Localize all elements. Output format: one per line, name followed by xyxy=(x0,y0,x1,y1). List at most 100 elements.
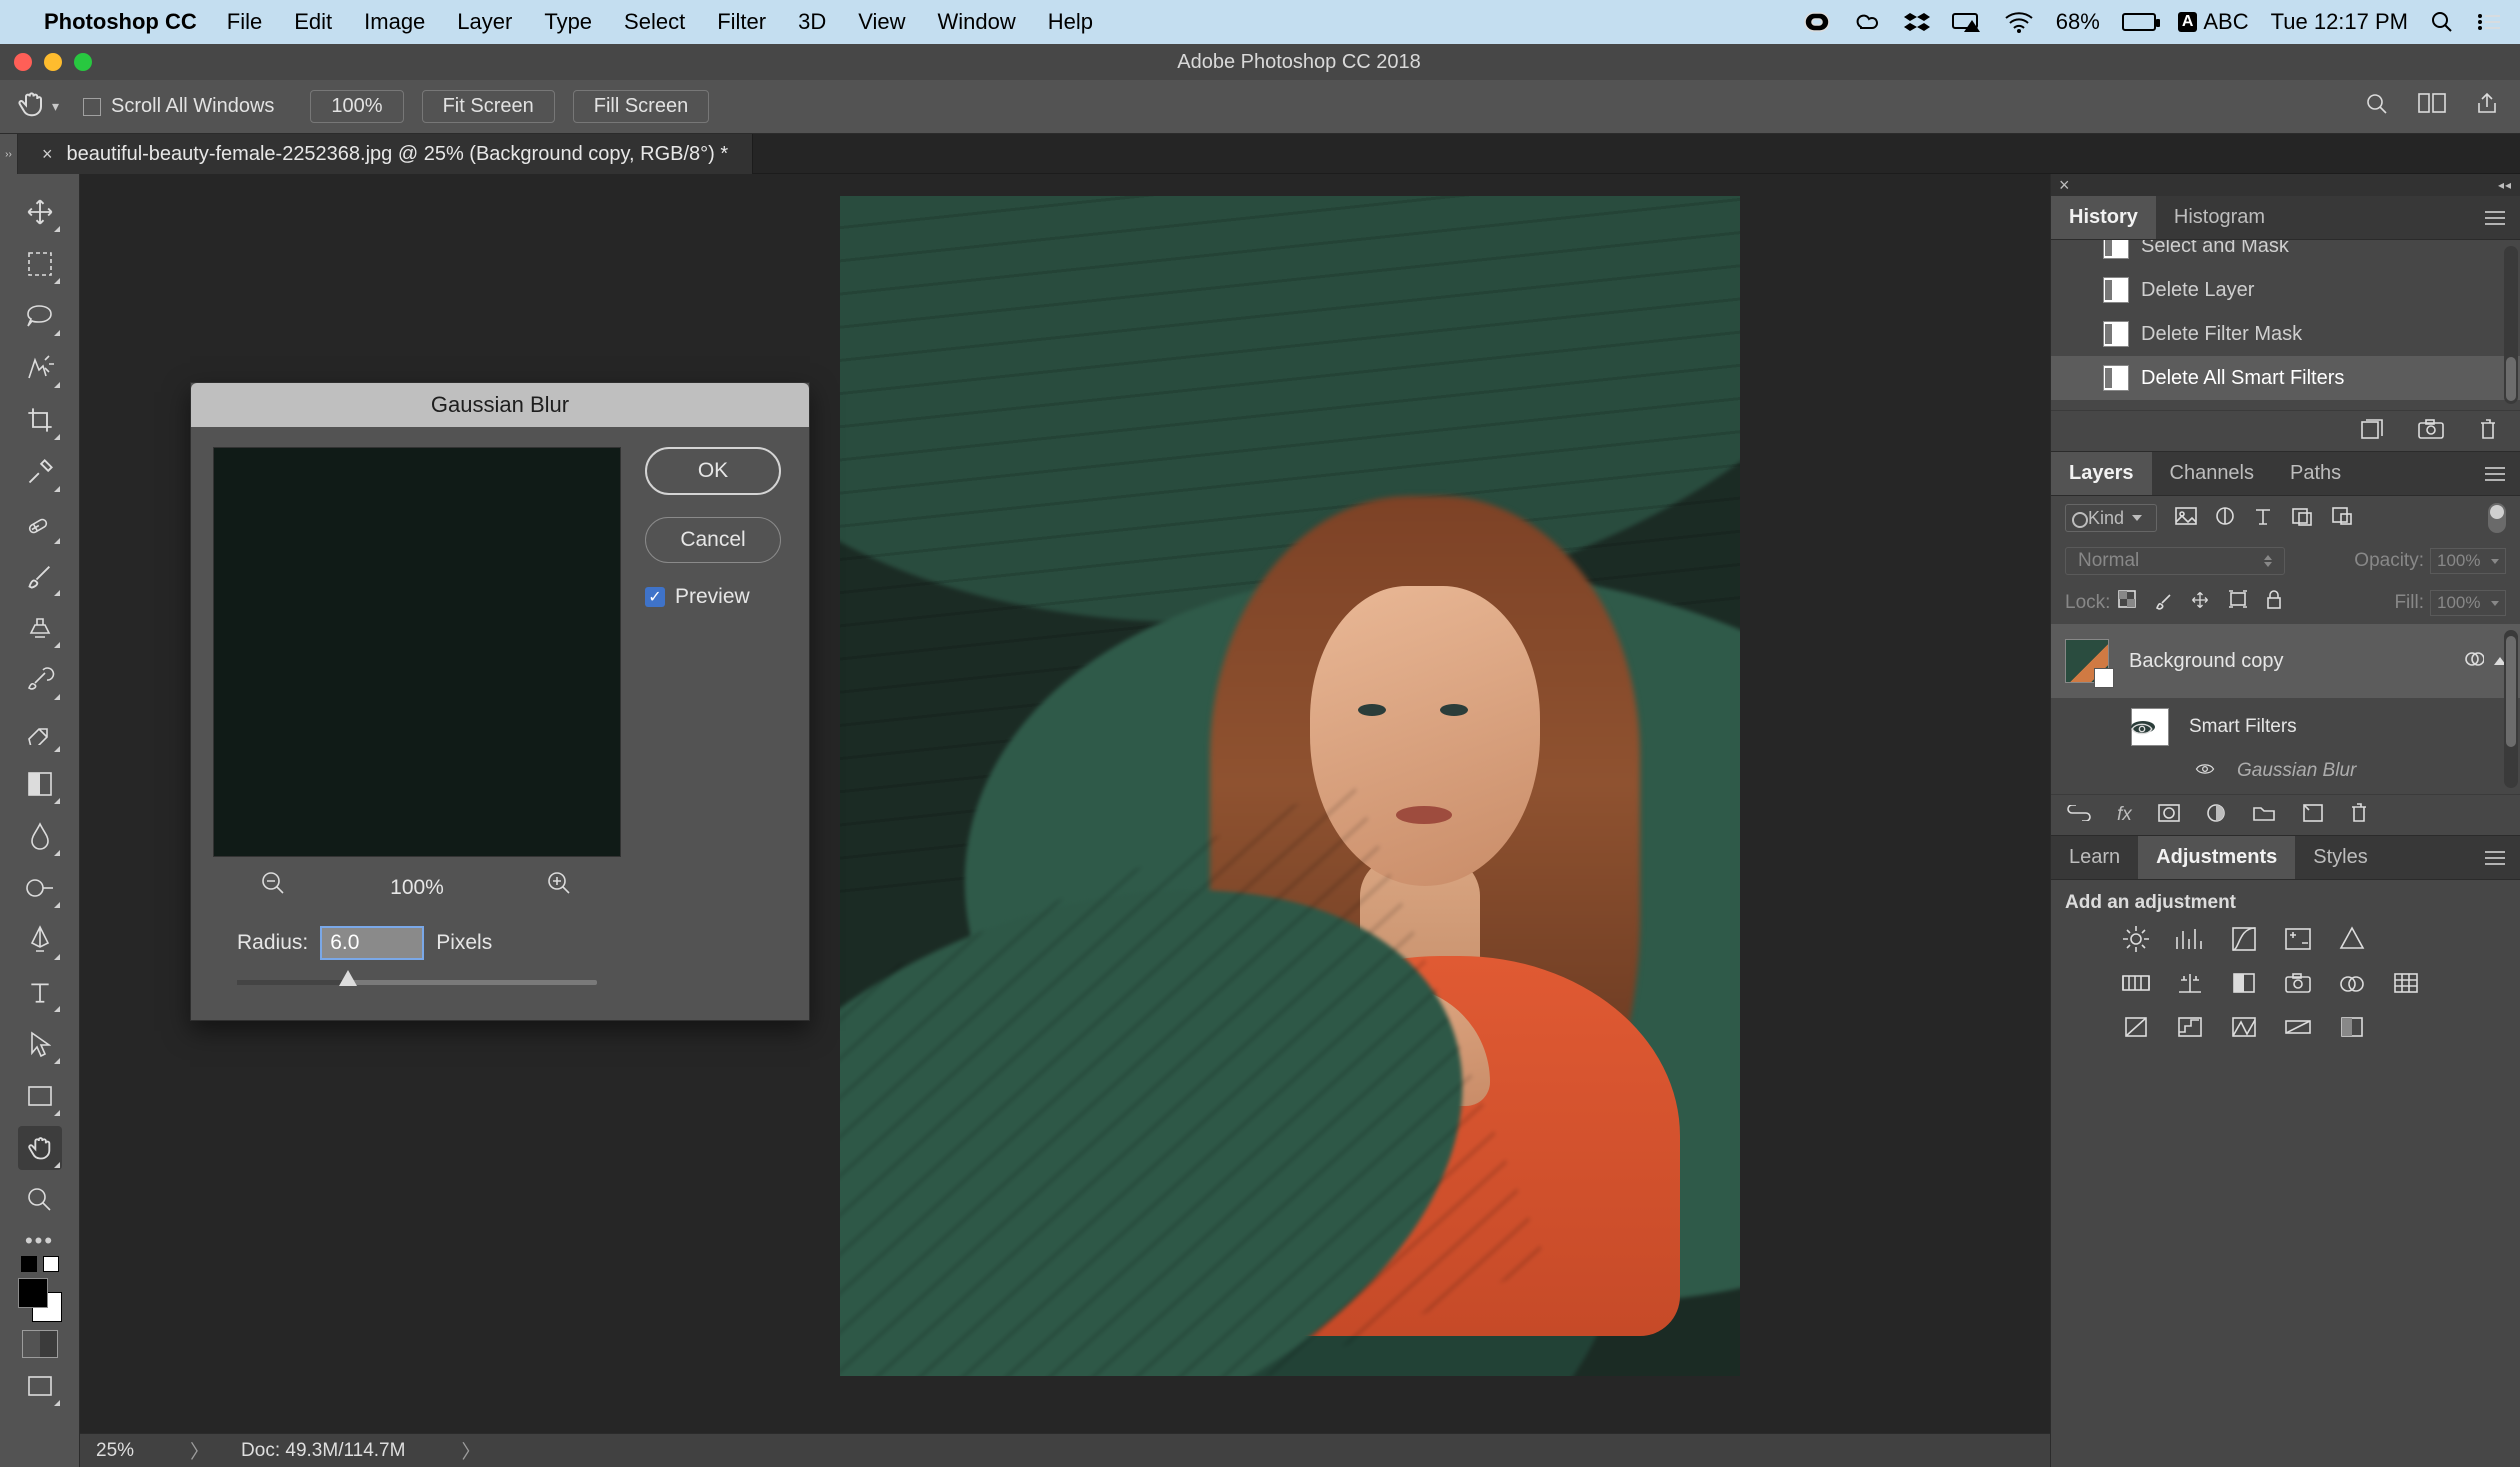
menu-help[interactable]: Help xyxy=(1048,9,1093,35)
tab-styles[interactable]: Styles xyxy=(2295,836,2385,879)
history-scrollbar[interactable] xyxy=(2504,246,2518,404)
adj-exposure-icon[interactable] xyxy=(2281,924,2315,954)
layer-name[interactable]: Background copy xyxy=(2129,650,2284,673)
adj-invert-icon[interactable] xyxy=(2119,1012,2153,1042)
input-source[interactable]: A ABC xyxy=(2178,9,2249,35)
lock-position-icon[interactable] xyxy=(2190,590,2210,616)
menu-image[interactable]: Image xyxy=(364,9,425,35)
panel-close-icon[interactable]: × xyxy=(2059,175,2070,196)
link-layers-icon[interactable] xyxy=(2067,805,2091,826)
opacity-field[interactable]: 100% xyxy=(2430,548,2506,574)
menu-type[interactable]: Type xyxy=(544,9,592,35)
lasso-tool[interactable] xyxy=(18,294,62,338)
filter-pixel-icon[interactable] xyxy=(2175,507,2197,530)
dialog-preview-image[interactable] xyxy=(213,447,621,857)
lock-artboard-icon[interactable] xyxy=(2228,590,2248,616)
share-icon[interactable] xyxy=(2474,91,2500,123)
adj-colorbalance-icon[interactable] xyxy=(2173,968,2207,998)
menu-select[interactable]: Select xyxy=(624,9,685,35)
menu-window[interactable]: Window xyxy=(938,9,1016,35)
wifi-icon[interactable] xyxy=(2004,11,2034,33)
window-close-button[interactable] xyxy=(14,53,32,71)
filter-entry-row[interactable]: Gaussian Blur xyxy=(2051,756,2520,786)
adj-posterize-icon[interactable] xyxy=(2173,1012,2207,1042)
tab-paths[interactable]: Paths xyxy=(2272,452,2359,495)
foreground-background-colors[interactable] xyxy=(18,1278,62,1322)
status-chevron-2[interactable]: 〉 xyxy=(461,1437,480,1464)
workspace-switcher-icon[interactable] xyxy=(2418,91,2446,123)
tab-layers[interactable]: Layers xyxy=(2051,452,2152,495)
window-zoom-button[interactable] xyxy=(74,53,92,71)
layer-tree[interactable]: Background copy Smart Filters Gaussia xyxy=(2051,624,2520,794)
status-chevron-1[interactable]: 〉 xyxy=(190,1437,209,1464)
tab-adjustments[interactable]: Adjustments xyxy=(2138,836,2295,879)
dropbox-icon[interactable] xyxy=(1904,11,1930,33)
status-docsize[interactable]: Doc: 49.3M/114.7M xyxy=(241,1440,405,1462)
add-mask-icon[interactable] xyxy=(2158,804,2180,827)
smart-filters-row[interactable]: Smart Filters xyxy=(2051,698,2520,756)
filter-shape-icon[interactable] xyxy=(2291,506,2313,531)
battery-icon[interactable] xyxy=(2122,13,2156,31)
scroll-all-windows-checkbox[interactable] xyxy=(83,98,101,116)
layers-panel-menu[interactable] xyxy=(2470,452,2520,495)
eyedropper-tool[interactable] xyxy=(18,450,62,494)
adj-hue-icon[interactable] xyxy=(2119,968,2153,998)
edit-toolbar-button[interactable]: ••• xyxy=(25,1236,54,1246)
zoom-level-button[interactable]: 100% xyxy=(310,90,403,123)
history-list[interactable]: Select and Mask Delete Layer Delete Filt… xyxy=(2051,240,2520,410)
creative-cloud-icon[interactable] xyxy=(1852,12,1882,32)
menu-filter[interactable]: Filter xyxy=(717,9,766,35)
layer-filter-toggle[interactable] xyxy=(2488,503,2506,533)
move-tool[interactable] xyxy=(18,190,62,234)
canvas-area[interactable]: Gaussian Blur 100% xyxy=(80,174,2050,1467)
radius-slider[interactable] xyxy=(237,970,597,994)
dialog-cancel-button[interactable]: Cancel xyxy=(645,517,781,563)
brush-tool[interactable] xyxy=(18,554,62,598)
preview-checkbox[interactable]: ✓ xyxy=(645,587,665,607)
spotlight-icon[interactable] xyxy=(2430,10,2454,34)
display-mirror-icon[interactable] xyxy=(1952,12,1982,32)
window-minimize-button[interactable] xyxy=(44,53,62,71)
create-document-from-state-icon[interactable] xyxy=(2360,418,2384,445)
layer-thumbnail[interactable] xyxy=(2065,639,2109,683)
menubar-app-indicator[interactable] xyxy=(1804,12,1830,32)
smart-filters-visibility[interactable] xyxy=(2131,721,2155,733)
filter-entry-label[interactable]: Gaussian Blur xyxy=(2237,760,2356,782)
new-layer-icon[interactable] xyxy=(2302,803,2324,828)
dodge-tool[interactable] xyxy=(18,866,62,910)
quick-select-tool[interactable] xyxy=(18,346,62,390)
smart-filter-indicator-icon[interactable] xyxy=(2464,651,2484,672)
layers-scrollbar[interactable] xyxy=(2504,630,2518,788)
adj-brightness-icon[interactable] xyxy=(2119,924,2153,954)
marquee-tool[interactable] xyxy=(18,242,62,286)
toolbox-expand-handle[interactable]: ›› xyxy=(0,134,18,174)
eraser-tool[interactable] xyxy=(18,710,62,754)
dialog-zoom-out[interactable] xyxy=(261,871,287,904)
filter-smart-icon[interactable] xyxy=(2331,506,2353,531)
blur-tool[interactable] xyxy=(18,814,62,858)
type-tool[interactable] xyxy=(18,970,62,1014)
fit-screen-button[interactable]: Fit Screen xyxy=(422,90,555,123)
dialog-zoom-in[interactable] xyxy=(547,871,573,904)
pen-tool[interactable] xyxy=(18,918,62,962)
mac-menubar[interactable]: Photoshop CC File Edit Image Layer Type … xyxy=(0,0,2520,44)
adj-vibrance-icon[interactable] xyxy=(2335,924,2369,954)
document-tab[interactable]: × beautiful-beauty-female-2252368.jpg @ … xyxy=(18,134,753,174)
blend-mode-select[interactable]: Normal xyxy=(2065,547,2285,575)
history-item[interactable]: Delete Layer xyxy=(2051,268,2520,312)
add-adjustment-icon[interactable] xyxy=(2206,803,2226,828)
adj-levels-icon[interactable] xyxy=(2173,924,2207,954)
panel-collapse-icon[interactable]: ◂◂ xyxy=(2498,178,2512,192)
lock-transparency-icon[interactable] xyxy=(2118,590,2136,616)
default-colors[interactable] xyxy=(21,1256,59,1272)
filter-type-icon[interactable] xyxy=(2253,506,2273,531)
menu-view[interactable]: View xyxy=(858,9,905,35)
healing-brush-tool[interactable] xyxy=(18,502,62,546)
tab-channels[interactable]: Channels xyxy=(2152,452,2273,495)
tab-learn[interactable]: Learn xyxy=(2051,836,2138,879)
tab-history[interactable]: History xyxy=(2051,196,2156,239)
document-tab-close[interactable]: × xyxy=(42,144,53,165)
menu-edit[interactable]: Edit xyxy=(294,9,332,35)
adj-gradientmap-icon[interactable] xyxy=(2281,1012,2315,1042)
app-menu-name[interactable]: Photoshop CC xyxy=(44,9,197,35)
